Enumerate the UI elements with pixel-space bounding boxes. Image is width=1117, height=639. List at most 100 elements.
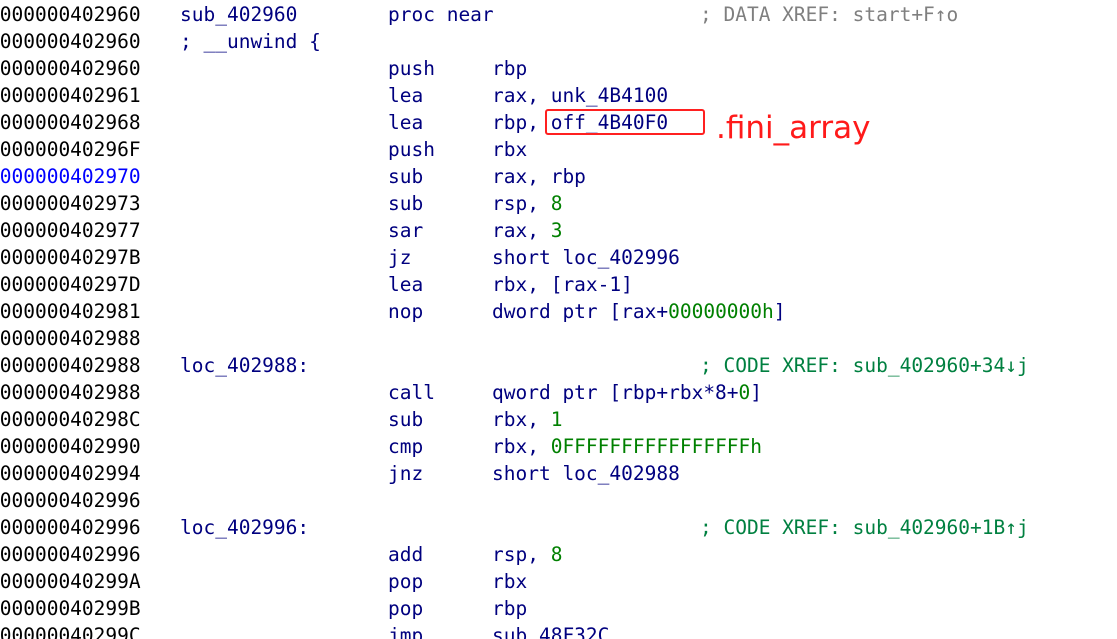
listing-row[interactable]: 0000000402973 sub rsp, 8 [0, 190, 1117, 217]
mnemonic: sar [388, 219, 424, 242]
disassembly-listing[interactable]: 0000000402960 sub_402960 proc near ; DAT… [0, 0, 1117, 639]
address: 0000000402968 [0, 111, 141, 134]
immediate-value: 0 [738, 381, 751, 404]
address: 0000000402990 [0, 435, 141, 458]
listing-row[interactable]: 000000040299B pop rbp [0, 595, 1117, 622]
listing-row[interactable]: 000000040296F push rbx [0, 136, 1117, 163]
mnemonic: lea [388, 273, 424, 296]
listing-row[interactable]: 0000000402990 cmp rbx, 0FFFFFFFFFFFFFFFF… [0, 433, 1117, 460]
address: 000000040299B [0, 597, 141, 620]
mnemonic: lea [388, 84, 424, 107]
code-xref-comment[interactable]: ; CODE XREF: sub_402960+34↓j [700, 352, 1029, 379]
immediate-value: 0FFFFFFFFFFFFFFFFh [550, 435, 763, 458]
address: 000000040297D [0, 273, 141, 296]
listing-row[interactable]: 0000000402988 [0, 325, 1117, 352]
address: 000000040297B [0, 246, 141, 269]
operands[interactable]: qword ptr [rbp+rbx*8+0] [492, 379, 762, 406]
mnemonic: push [388, 138, 435, 161]
address: 0000000402988 [0, 381, 141, 404]
address: 0000000402960 [0, 3, 141, 26]
mnemonic: sub [388, 192, 424, 215]
mnemonic: cmp [388, 435, 424, 458]
address: 000000040299C [0, 624, 141, 639]
operands[interactable]: dword ptr [rax+00000000h] [492, 298, 786, 325]
address: 0000000402973 [0, 192, 141, 215]
address: 0000000402996 [0, 489, 141, 512]
operands[interactable]: rax, 3 [492, 217, 562, 244]
operands[interactable]: sub_48F32C [492, 622, 609, 639]
listing-row[interactable]: 0000000402988 loc_402988: ; CODE XREF: s… [0, 352, 1117, 379]
unwind-marker: ; __unwind { [180, 30, 321, 53]
address-current: 0000000402970 [0, 165, 141, 188]
immediate-value: 8 [550, 543, 563, 566]
mnemonic: lea [388, 111, 424, 134]
listing-row[interactable]: 000000040298C sub rbx, 1 [0, 406, 1117, 433]
listing-row[interactable]: 0000000402981 nop dword ptr [rax+0000000… [0, 298, 1117, 325]
address: 000000040299A [0, 570, 141, 593]
listing-row-current[interactable]: 0000000402970 sub rax, rbp [0, 163, 1117, 190]
listing-row[interactable]: 000000040297D lea rbx, [rax-1] [0, 271, 1117, 298]
loc-label[interactable]: loc_402988: [180, 352, 309, 379]
address: 0000000402996 [0, 543, 141, 566]
address: 0000000402977 [0, 219, 141, 242]
address: 0000000402981 [0, 300, 141, 323]
listing-row[interactable]: 0000000402996 loc_402996: ; CODE XREF: s… [0, 514, 1117, 541]
operands[interactable]: short loc_402988 [492, 460, 680, 487]
listing-row[interactable]: 000000040299C jmp sub_48F32C [0, 622, 1117, 639]
mnemonic: nop [388, 300, 424, 323]
annotation-label: .fini_array [716, 110, 871, 146]
loc-label[interactable]: loc_402996: [180, 514, 309, 541]
mnemonic: pop [388, 597, 424, 620]
listing-row[interactable]: 0000000402960 push rbp [0, 55, 1117, 82]
operands[interactable]: rsp, 8 [492, 541, 562, 568]
listing-row[interactable]: 000000040299A pop rbx [0, 568, 1117, 595]
operands[interactable]: rbx, [rax-1] [492, 271, 633, 298]
proc-directive: proc near [388, 3, 494, 26]
operands[interactable]: rbp [492, 55, 527, 82]
annotation-highlight-box [545, 109, 705, 135]
address: 000000040298C [0, 408, 141, 431]
mnemonic: sub [388, 408, 424, 431]
address: 0000000402961 [0, 84, 141, 107]
operands[interactable]: rbx [492, 136, 527, 163]
address: 0000000402994 [0, 462, 141, 485]
immediate-value: 8 [550, 192, 563, 215]
immediate-value: 00000000h [668, 300, 774, 323]
operands[interactable]: rsp, 8 [492, 190, 562, 217]
mnemonic: jmp [388, 624, 424, 639]
address: 000000040296F [0, 138, 141, 161]
immediate-value: 1 [550, 408, 563, 431]
mnemonic: add [388, 543, 424, 566]
operands[interactable]: rax, rbp [492, 163, 586, 190]
operands[interactable]: rbx [492, 568, 527, 595]
listing-row[interactable]: 000000040297B jz short loc_402996 [0, 244, 1117, 271]
address: 0000000402960 [0, 30, 141, 53]
listing-row[interactable]: 0000000402977 sar rax, 3 [0, 217, 1117, 244]
listing-row[interactable]: 0000000402994 jnz short loc_402988 [0, 460, 1117, 487]
address: 0000000402960 [0, 57, 141, 80]
immediate-value: 3 [550, 219, 563, 242]
listing-row[interactable]: 0000000402960 ; __unwind { [0, 28, 1117, 55]
address: 0000000402988 [0, 327, 141, 350]
operands[interactable]: rax, unk_4B4100 [492, 82, 668, 109]
mnemonic: pop [388, 570, 424, 593]
operands[interactable]: rbp [492, 595, 527, 622]
address: 0000000402988 [0, 354, 141, 377]
mnemonic: jz [388, 246, 412, 269]
listing-row[interactable]: 0000000402988 call qword ptr [rbp+rbx*8+… [0, 379, 1117, 406]
mnemonic: call [388, 381, 435, 404]
operands[interactable]: rbx, 0FFFFFFFFFFFFFFFFh [492, 433, 762, 460]
listing-row[interactable]: 0000000402961 lea rax, unk_4B4100 [0, 82, 1117, 109]
address: 0000000402996 [0, 516, 141, 539]
code-xref-comment[interactable]: ; CODE XREF: sub_402960+1B↑j [700, 514, 1029, 541]
mnemonic: sub [388, 165, 424, 188]
operands[interactable]: short loc_402996 [492, 244, 680, 271]
mnemonic: jnz [388, 462, 424, 485]
function-name[interactable]: sub_402960 [180, 1, 297, 28]
data-xref-comment[interactable]: ; DATA XREF: start+F↑o [700, 1, 958, 28]
listing-row[interactable]: 0000000402996 add rsp, 8 [0, 541, 1117, 568]
listing-row[interactable]: 0000000402960 sub_402960 proc near ; DAT… [0, 1, 1117, 28]
listing-row[interactable]: 0000000402996 [0, 487, 1117, 514]
mnemonic: push [388, 57, 435, 80]
operands[interactable]: rbx, 1 [492, 406, 562, 433]
